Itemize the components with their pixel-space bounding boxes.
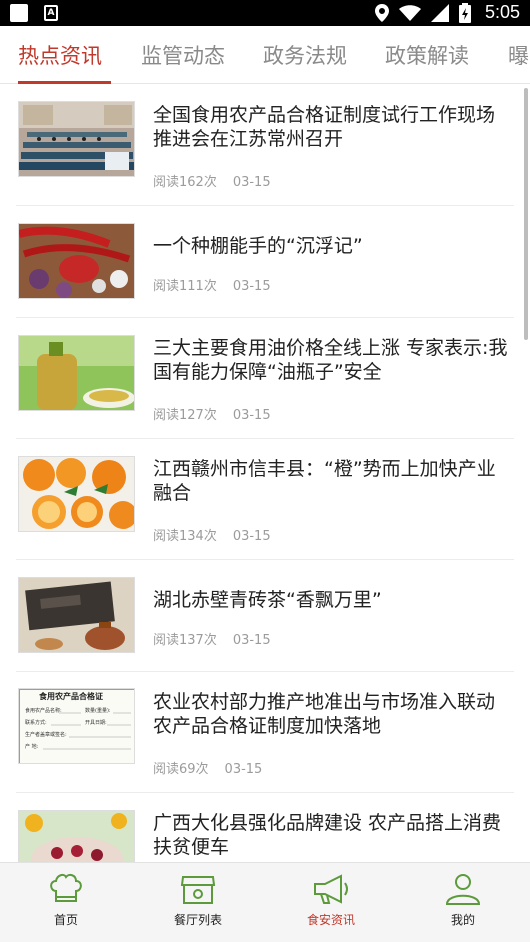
tab-hot-news[interactable]: 热点资讯 (18, 40, 102, 70)
publish-date: 03-15 (232, 175, 271, 190)
article-item[interactable]: 三大主要食用油价格全线上涨 专家表示:我国有能力保障“油瓶子”安全 阅读127次… (16, 318, 514, 439)
article-thumbnail (18, 456, 135, 532)
category-tabs: 热点资讯 监管动态 政务法规 政策解读 曝 (0, 26, 530, 84)
article-title[interactable]: 湖北赤壁青砖茶“香飘万里” (153, 588, 509, 612)
article-meta: 阅读134次 03-15 (153, 525, 271, 544)
storefront-icon (180, 876, 216, 904)
article-meta: 阅读137次 03-15 (153, 629, 271, 648)
user-icon (445, 874, 481, 905)
tab-regulation-news[interactable]: 监管动态 (141, 40, 225, 70)
article-title[interactable]: 三大主要食用油价格全线上涨 专家表示:我国有能力保障“油瓶子”安全 (153, 336, 509, 384)
read-count: 阅读127次 (153, 408, 217, 423)
article-meta: 阅读127次 03-15 (153, 404, 271, 423)
bottom-nav: 首页 餐厅列表 食安资讯 我的 (0, 862, 530, 942)
article-thumbnail: 食用农产品合格证 食用农产品名称: 数量(重量): 联系方式: 开具日期: 生产… (18, 688, 135, 764)
read-count: 阅读69次 (153, 762, 209, 777)
article-meta: 阅读69次 03-15 (153, 758, 262, 777)
nav-restaurant-list[interactable]: 餐厅列表 (143, 873, 253, 928)
read-count: 阅读111次 (153, 279, 217, 294)
article-meta: 阅读111次 03-15 (153, 275, 271, 294)
article-thumbnail (18, 335, 135, 411)
article-title[interactable]: 农业农村部力推产地准出与市场准入联动 农产品合格证制度加快落地 (153, 690, 509, 738)
publish-date: 03-15 (224, 762, 263, 777)
chef-hat-icon (50, 873, 82, 902)
article-item[interactable]: 广西大化县强化品牌建设 农产品搭上消费扶贫便车 (16, 793, 514, 862)
read-count: 阅读134次 (153, 529, 217, 544)
nav-profile[interactable]: 我的 (408, 873, 518, 928)
wifi-icon (398, 4, 421, 21)
notification-icon (10, 4, 28, 22)
article-thumbnail (18, 101, 135, 177)
nav-home[interactable]: 首页 (11, 873, 121, 928)
article-item[interactable]: 一个种棚能手的“沉浮记” 阅读111次 03-15 (16, 206, 514, 318)
nav-food-safety-news[interactable]: 食安资讯 (276, 873, 386, 928)
battery-icon (458, 2, 471, 23)
read-count: 阅读137次 (153, 633, 217, 648)
article-list[interactable]: 全国食用农产品合格证制度试行工作现场推进会在江苏常州召开 阅读162次 03-15… (0, 85, 530, 862)
article-thumbnail (18, 223, 135, 299)
article-title[interactable]: 全国食用农产品合格证制度试行工作现场推进会在江苏常州召开 (153, 103, 509, 151)
article-thumbnail (18, 810, 135, 862)
nav-label: 餐厅列表 (173, 913, 222, 927)
article-item[interactable]: 食用农产品合格证 食用农产品名称: 数量(重量): 联系方式: 开具日期: 生产… (16, 672, 514, 793)
publish-date: 03-15 (232, 279, 271, 294)
nav-label: 食安资讯 (306, 913, 355, 927)
nav-label: 我的 (450, 913, 475, 927)
megaphone-icon (314, 874, 348, 904)
article-title[interactable]: 一个种棚能手的“沉浮记” (153, 234, 509, 258)
publish-date: 03-15 (232, 633, 271, 648)
location-icon (374, 3, 389, 22)
tab-policy-interpretation[interactable]: 政策解读 (385, 40, 469, 70)
clock: 5:05 (484, 2, 520, 22)
read-count: 阅读162次 (153, 175, 217, 190)
active-tab-indicator (18, 81, 111, 84)
tab-exposure[interactable]: 曝 (508, 40, 529, 70)
article-meta: 阅读162次 03-15 (153, 171, 271, 190)
tab-government-law[interactable]: 政务法规 (263, 40, 347, 70)
article-item[interactable]: 湖北赤壁青砖茶“香飘万里” 阅读137次 03-15 (16, 560, 514, 672)
article-item[interactable]: 江西赣州市信丰县：“橙”势而上加快产业融合 阅读134次 03-15 (16, 439, 514, 560)
article-title[interactable]: 江西赣州市信丰县：“橙”势而上加快产业融合 (153, 457, 509, 505)
article-item[interactable]: 全国食用农产品合格证制度试行工作现场推进会在江苏常州召开 阅读162次 03-15 (16, 85, 514, 206)
article-thumbnail (18, 577, 135, 653)
list-scrollbar[interactable] (524, 88, 528, 340)
nav-label: 首页 (53, 913, 78, 927)
article-title[interactable]: 广西大化县强化品牌建设 农产品搭上消费扶贫便车 (153, 811, 509, 859)
app-notification-icon: A (44, 5, 58, 21)
publish-date: 03-15 (232, 408, 271, 423)
status-bar: A 5:05 (0, 0, 530, 26)
publish-date: 03-15 (232, 529, 271, 544)
signal-icon (430, 3, 449, 22)
